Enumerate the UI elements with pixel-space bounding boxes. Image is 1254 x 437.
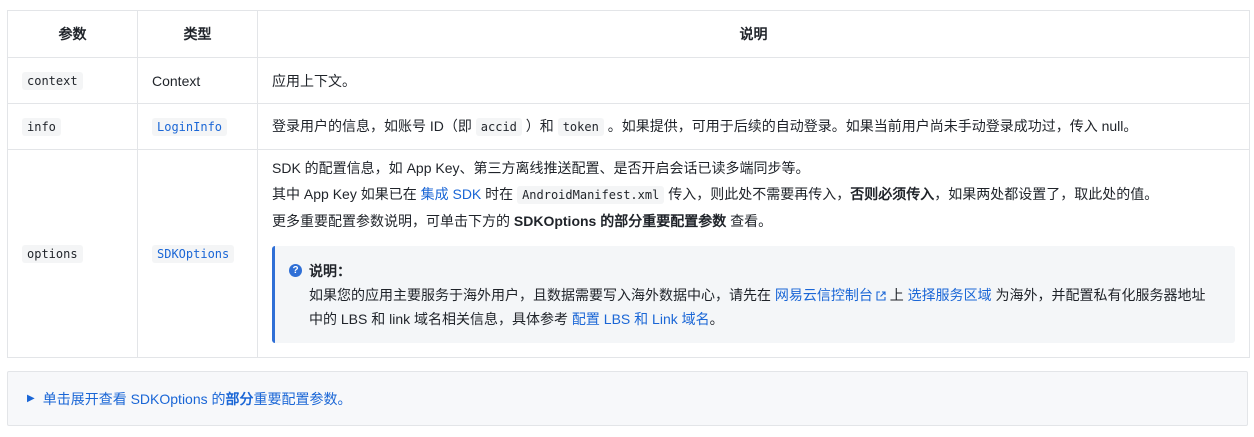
- page: 参数 类型 说明 context Context 应用上下文。 info Log…: [0, 0, 1254, 437]
- expand-text: 重要配置参数。: [253, 390, 352, 407]
- question-circle-icon: ?: [289, 264, 302, 277]
- table-header-row: 参数 类型 说明: [7, 10, 1250, 58]
- desc-line: 更多重要配置参数说明，可单击下方的 SDKOptions 的部分重要配置参数 查…: [272, 208, 1235, 234]
- expand-text: 单击展开查看 SDKOptions 的: [42, 390, 226, 407]
- note-box: ? 说明： 如果您的应用主要服务于海外用户，且数据需要写入海外数据中心，请先在 网…: [272, 245, 1235, 343]
- desc-text: 。如果提供，可用于后续的自动登录。如果当前用户尚未手动登录成功过，传入 null…: [603, 118, 1138, 134]
- type-link[interactable]: SDKOptions: [152, 245, 235, 263]
- note-text: 中的 LBS 和 link 域名相关信息，具体参考: [309, 310, 572, 327]
- header-param: 参数: [7, 10, 138, 58]
- external-link-icon: [876, 290, 886, 301]
- note-text: 。: [709, 310, 724, 327]
- note-body: 如果您的应用主要服务于海外用户，且数据需要写入海外数据中心，请先在 网易云信控制…: [287, 283, 1223, 331]
- cell-type: LoginInfo: [137, 103, 258, 150]
- desc-text: 其中 App Key 如果已在: [272, 185, 421, 202]
- cell-desc: SDK 的配置信息，如 App Key、第三方离线推送配置、是否开启会话已读多端…: [257, 149, 1250, 358]
- param-code: info: [22, 118, 61, 136]
- table-row: info LoginInfo 登录用户的信息，如账号 ID（即 accid ）和…: [7, 103, 1250, 150]
- expand-sdkoptions-toggle[interactable]: ▶ 单击展开查看 SDKOptions 的 部分 重要配置参数。: [7, 371, 1248, 426]
- inline-code: AndroidManifest.xml: [517, 185, 665, 204]
- cell-desc: 登录用户的信息，如账号 ID（即 accid ）和 token 。如果提供，可用…: [257, 103, 1250, 150]
- header-desc: 说明: [257, 10, 1250, 58]
- cell-param: info: [7, 103, 138, 150]
- integrate-sdk-link[interactable]: 集成 SDK: [421, 186, 482, 202]
- note-text: 如果您的应用主要服务于海外用户，且数据需要写入海外数据中心，请先在: [309, 286, 775, 303]
- desc-text: 传入，则此处不需要再传入，: [664, 185, 851, 202]
- cell-param: context: [7, 57, 138, 104]
- note-title-text: 说明：: [309, 262, 351, 279]
- table-row: context Context 应用上下文。: [7, 57, 1250, 104]
- desc-lines: SDK 的配置信息，如 App Key、第三方离线推送配置、是否开启会话已读多端…: [272, 155, 1235, 234]
- desc-line: SDK 的配置信息，如 App Key、第三方离线推送配置、是否开启会话已读多端…: [272, 159, 810, 176]
- desc-text: 更多重要配置参数说明，可单击下方的: [272, 212, 514, 229]
- config-lbs-link[interactable]: 配置 LBS 和 Link 域名: [572, 311, 710, 327]
- inline-code: accid: [475, 118, 522, 136]
- console-link[interactable]: 网易云信控制台: [775, 287, 886, 303]
- inline-code: token: [557, 118, 604, 136]
- param-code: context: [22, 72, 83, 90]
- select-region-link[interactable]: 选择服务区域: [908, 287, 992, 303]
- cell-type: SDKOptions: [137, 149, 258, 358]
- desc-text: 登录用户的信息，如账号 ID（即: [272, 118, 476, 134]
- table-row: options SDKOptions SDK 的配置信息，如 App Key、第…: [7, 149, 1250, 358]
- cell-desc: 应用上下文。: [257, 57, 1250, 104]
- desc-text: 时在: [481, 185, 518, 202]
- desc-bold: 否则必须传入: [850, 185, 935, 202]
- note-text: 上: [885, 286, 908, 303]
- note-title: ? 说明：: [287, 259, 1223, 283]
- cell-type: Context: [137, 57, 258, 104]
- triangle-right-icon: ▶: [27, 393, 35, 404]
- param-code: options: [22, 245, 83, 263]
- params-table: 参数 类型 说明 context Context 应用上下文。 info Log…: [7, 10, 1250, 358]
- desc-line: 其中 App Key 如果已在 集成 SDK 时在 AndroidManifes…: [272, 181, 1235, 208]
- desc-text: ）和: [521, 118, 558, 134]
- expand-bold: 部分: [225, 390, 254, 407]
- note-text: 为海外，并配置私有化服务器地址: [991, 286, 1206, 303]
- desc-bold: SDKOptions 的部分重要配置参数: [513, 212, 727, 229]
- type-link[interactable]: LoginInfo: [152, 118, 228, 136]
- console-link-text: 网易云信控制台: [774, 286, 873, 303]
- desc-text: ，如果两处都设置了，取此处的值。: [934, 185, 1159, 202]
- header-type: 类型: [137, 10, 258, 58]
- desc-text: 查看。: [726, 212, 773, 229]
- cell-param: options: [7, 149, 138, 358]
